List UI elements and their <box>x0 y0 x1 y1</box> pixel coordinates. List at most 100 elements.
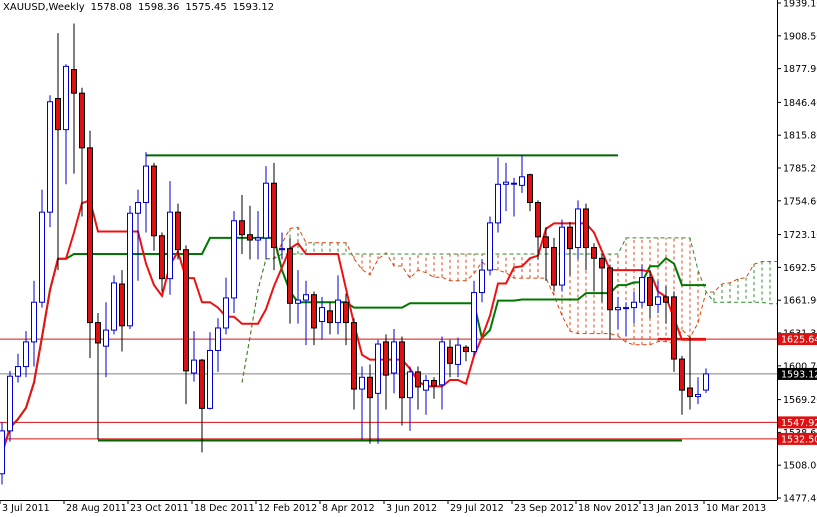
candle-body <box>319 307 325 323</box>
time-tick-label: 8 Apr 2012 <box>322 503 375 514</box>
candle-body <box>407 371 413 399</box>
price-tick-label: 1692.50 <box>783 263 817 274</box>
bull-candle <box>695 377 701 405</box>
price-label-text: 1625.64 <box>781 335 817 346</box>
bull-candle <box>207 332 213 410</box>
bull-candle <box>471 280 477 356</box>
candle-body <box>519 176 525 186</box>
candle-body <box>559 226 565 286</box>
time-tick-label: 29 Jul 2012 <box>450 503 504 514</box>
price-tick-label: 1754.60 <box>783 196 817 207</box>
candle-body <box>271 182 277 249</box>
bear-candle <box>95 312 101 440</box>
bull-candle <box>263 166 269 260</box>
time-tick-label: 3 Jul 2011 <box>2 503 50 514</box>
price-tick-label: 1661.90 <box>783 296 817 307</box>
time-tick-label: 23 Sep 2012 <box>514 503 574 514</box>
candle-body <box>671 296 677 360</box>
bull-candle <box>511 177 517 217</box>
bull-candle <box>439 336 445 410</box>
candle-body <box>79 92 85 149</box>
bear-candle <box>431 377 437 399</box>
candle-body <box>119 283 125 327</box>
candle-body <box>679 358 685 391</box>
candle-body <box>95 322 101 344</box>
candle-body <box>39 211 45 303</box>
candle-body <box>567 226 573 250</box>
candle-body <box>183 249 189 372</box>
chart-window[interactable]: XAUUSD,Weekly 1578.08 1598.36 1575.45 1593.1… <box>0 0 817 517</box>
bull-candle <box>495 157 501 233</box>
candle-body <box>71 69 77 94</box>
candle-body <box>695 393 701 398</box>
candle-body <box>295 299 301 304</box>
bull-candle <box>255 211 261 260</box>
candle-body <box>215 327 221 351</box>
candle-body <box>343 301 349 324</box>
bear-candle <box>71 23 77 174</box>
candle-body <box>543 236 549 249</box>
candle-body <box>623 307 629 310</box>
time-tick-label: 23 Oct 2011 <box>130 503 189 514</box>
bull-candle <box>359 366 365 440</box>
bear-candle <box>247 205 253 260</box>
time-tick-label: 12 Feb 2012 <box>258 503 317 514</box>
bull-candle <box>0 422 5 485</box>
bear-candle <box>567 221 573 276</box>
candle-body <box>7 375 13 432</box>
bear-candle <box>351 318 357 410</box>
bear-candle <box>151 162 157 251</box>
bear-candle <box>599 253 605 303</box>
bull-candle <box>143 152 149 233</box>
bull-candle <box>631 291 637 324</box>
bull-candle <box>111 275 117 335</box>
bull-candle <box>23 331 29 378</box>
price-tick-label: 1877.90 <box>783 64 817 75</box>
candle-body <box>495 183 501 224</box>
price-tick-label: 1569.20 <box>783 395 817 406</box>
candle-body <box>663 296 669 303</box>
candle-body <box>527 174 533 204</box>
bull-candle <box>519 155 525 193</box>
bear-candle <box>527 173 533 212</box>
bear-candle <box>287 237 293 324</box>
bear-candle <box>679 355 685 415</box>
candle-body <box>311 294 317 329</box>
candle-body <box>631 301 637 309</box>
price-label-text: 1593.12 <box>781 369 817 380</box>
time-tick-label: 10 Mar 2013 <box>706 503 766 514</box>
candle-body <box>279 248 285 251</box>
bull-candle <box>223 277 229 335</box>
bull-candle <box>487 216 493 276</box>
bear-candle <box>415 366 421 410</box>
plot-area <box>0 23 777 485</box>
candle-body <box>423 379 429 391</box>
candle-body <box>463 346 469 353</box>
bear-candle <box>79 87 85 217</box>
candle-body <box>535 202 541 238</box>
bull-candle <box>167 181 173 295</box>
candle-body <box>503 181 509 185</box>
candle-body <box>87 147 93 324</box>
candle-body <box>607 267 613 311</box>
candle-body <box>175 211 181 251</box>
bull-candle <box>63 64 69 185</box>
bull-candle <box>15 353 21 383</box>
candle-body <box>455 344 461 365</box>
candlestick-chart[interactable]: 1939.10 1908.50 1877.90 1846.40 1815.80 1785.… <box>0 0 817 517</box>
candle-body <box>431 379 437 387</box>
bull-candle <box>127 205 133 330</box>
bear-candle <box>311 291 317 346</box>
bear-candle <box>647 270 653 319</box>
candle-body <box>151 165 157 237</box>
candle-body <box>351 322 357 390</box>
candle-body <box>63 65 69 131</box>
candle-body <box>55 98 61 131</box>
candle-body <box>263 182 269 239</box>
bull-candle <box>703 368 709 393</box>
bull-candle <box>575 200 581 260</box>
bear-candle <box>583 203 589 271</box>
bull-candle <box>479 259 485 303</box>
bull-candle <box>623 302 629 337</box>
candle-body <box>591 247 597 259</box>
